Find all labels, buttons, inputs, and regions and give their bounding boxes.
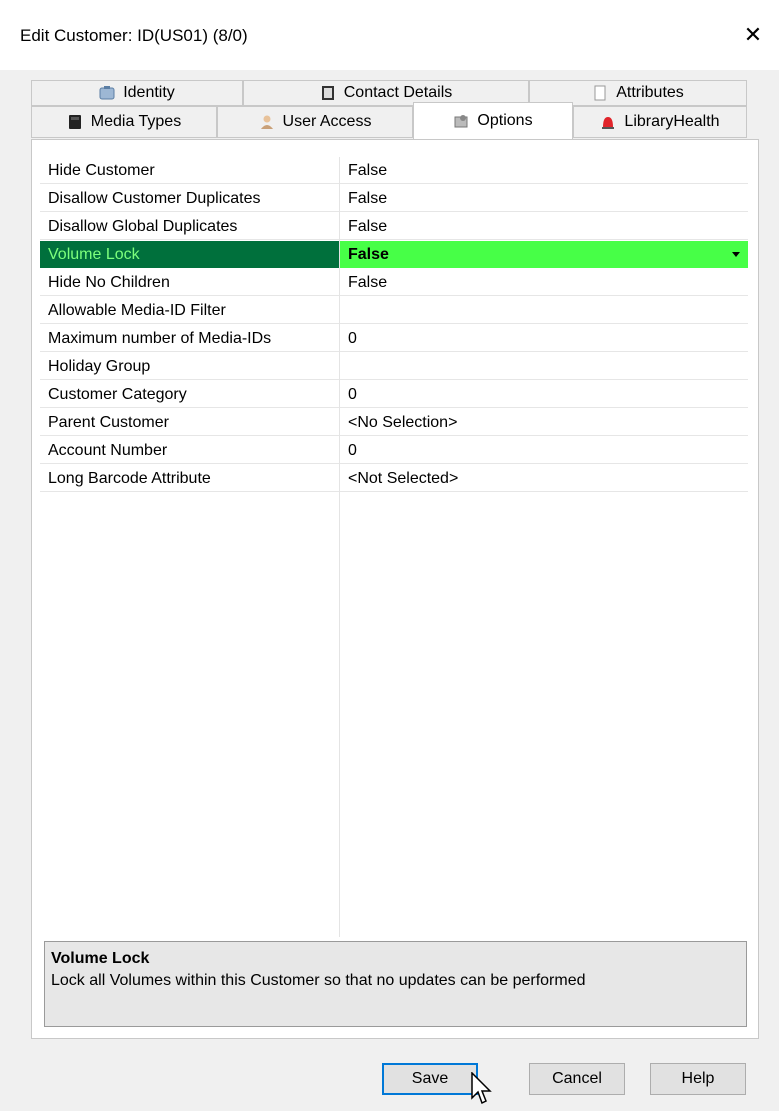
property-value[interactable]: 0 <box>340 437 748 464</box>
property-name: Volume Lock <box>40 241 339 268</box>
identity-card-icon <box>99 85 115 101</box>
property-name: Hide No Children <box>40 269 339 296</box>
tab-media-types[interactable]: Media Types <box>31 106 217 138</box>
property-row-disallow-customer-duplicates[interactable]: Disallow Customer Duplicates False <box>40 185 748 213</box>
save-button[interactable]: Save <box>382 1063 478 1095</box>
media-cartridge-icon <box>67 114 83 130</box>
tab-label: Identity <box>123 84 175 101</box>
property-value[interactable]: False <box>340 185 748 212</box>
property-row-account-number[interactable]: Account Number 0 <box>40 437 748 465</box>
close-icon: ✕ <box>743 22 763 47</box>
description-box: Volume Lock Lock all Volumes within this… <box>44 941 747 1027</box>
tab-label: Contact Details <box>343 84 453 101</box>
property-value[interactable] <box>340 297 748 324</box>
title-bar: Edit Customer: ID(US01) (8/0) ✕ <box>0 0 779 70</box>
close-button[interactable]: ✕ <box>727 14 779 56</box>
property-value[interactable]: False <box>340 213 748 240</box>
tab-strip: Identity Contact Details Attributes Medi… <box>19 72 759 139</box>
property-row-customer-category[interactable]: Customer Category 0 <box>40 381 748 409</box>
property-name: Disallow Global Duplicates <box>40 213 339 240</box>
description-title: Volume Lock <box>51 950 150 967</box>
attributes-icon <box>592 85 608 101</box>
description-text: Lock all Volumes within this Customer so… <box>51 972 586 989</box>
property-name: Allowable Media-ID Filter <box>40 297 339 324</box>
property-name: Long Barcode Attribute <box>40 465 339 492</box>
property-row-hide-no-children[interactable]: Hide No Children False <box>40 269 748 297</box>
property-row-holiday-group[interactable]: Holiday Group <box>40 353 748 381</box>
property-value-dropdown[interactable]: False <box>340 241 748 268</box>
property-name: Holiday Group <box>40 353 339 380</box>
property-value[interactable]: False <box>340 269 748 296</box>
user-icon <box>259 114 275 130</box>
property-value[interactable] <box>340 353 748 380</box>
tab-identity[interactable]: Identity <box>31 80 243 106</box>
property-name: Parent Customer <box>40 409 339 436</box>
property-row-hide-customer[interactable]: Hide Customer False <box>40 157 748 185</box>
property-row-allowable-media-id-filter[interactable]: Allowable Media-ID Filter <box>40 297 748 325</box>
property-grid: Hide Customer False Disallow Customer Du… <box>40 157 748 937</box>
property-value[interactable]: <Not Selected> <box>340 465 748 492</box>
property-value[interactable]: False <box>340 157 748 184</box>
alarm-light-icon <box>600 114 616 130</box>
property-row-volume-lock[interactable]: Volume Lock False <box>40 241 748 269</box>
property-value[interactable]: 0 <box>340 325 748 352</box>
tab-user-access[interactable]: User Access <box>217 106 413 138</box>
mouse-cursor-icon <box>470 1071 492 1111</box>
property-name: Customer Category <box>40 381 339 408</box>
property-value[interactable]: <No Selection> <box>340 409 748 436</box>
help-button[interactable]: Help <box>650 1063 746 1095</box>
tab-label: User Access <box>282 113 372 130</box>
options-icon <box>453 113 469 129</box>
address-book-icon <box>320 85 336 101</box>
property-name: Maximum number of Media-IDs <box>40 325 339 352</box>
property-row-parent-customer[interactable]: Parent Customer <No Selection> <box>40 409 748 437</box>
property-value[interactable]: 0 <box>340 381 748 408</box>
window-title: Edit Customer: ID(US01) (8/0) <box>20 26 248 45</box>
tab-label: Media Types <box>90 113 182 130</box>
property-value: False <box>348 246 389 263</box>
property-row-long-barcode-attribute[interactable]: Long Barcode Attribute <Not Selected> <box>40 465 748 493</box>
tab-label: Attributes <box>616 84 684 101</box>
tab-libraryhealth[interactable]: LibraryHealth <box>573 106 747 138</box>
property-name: Disallow Customer Duplicates <box>40 185 339 212</box>
tab-options[interactable]: Options <box>413 102 573 139</box>
dropdown-arrow-icon[interactable] <box>732 252 740 257</box>
tab-label: LibraryHealth <box>624 113 720 130</box>
property-name: Hide Customer <box>40 157 339 184</box>
property-name: Account Number <box>40 437 339 464</box>
tab-label: Options <box>477 112 533 129</box>
property-row-maximum-number-of-media-ids[interactable]: Maximum number of Media-IDs 0 <box>40 325 748 353</box>
property-row-disallow-global-duplicates[interactable]: Disallow Global Duplicates False <box>40 213 748 241</box>
cancel-button[interactable]: Cancel <box>529 1063 625 1095</box>
